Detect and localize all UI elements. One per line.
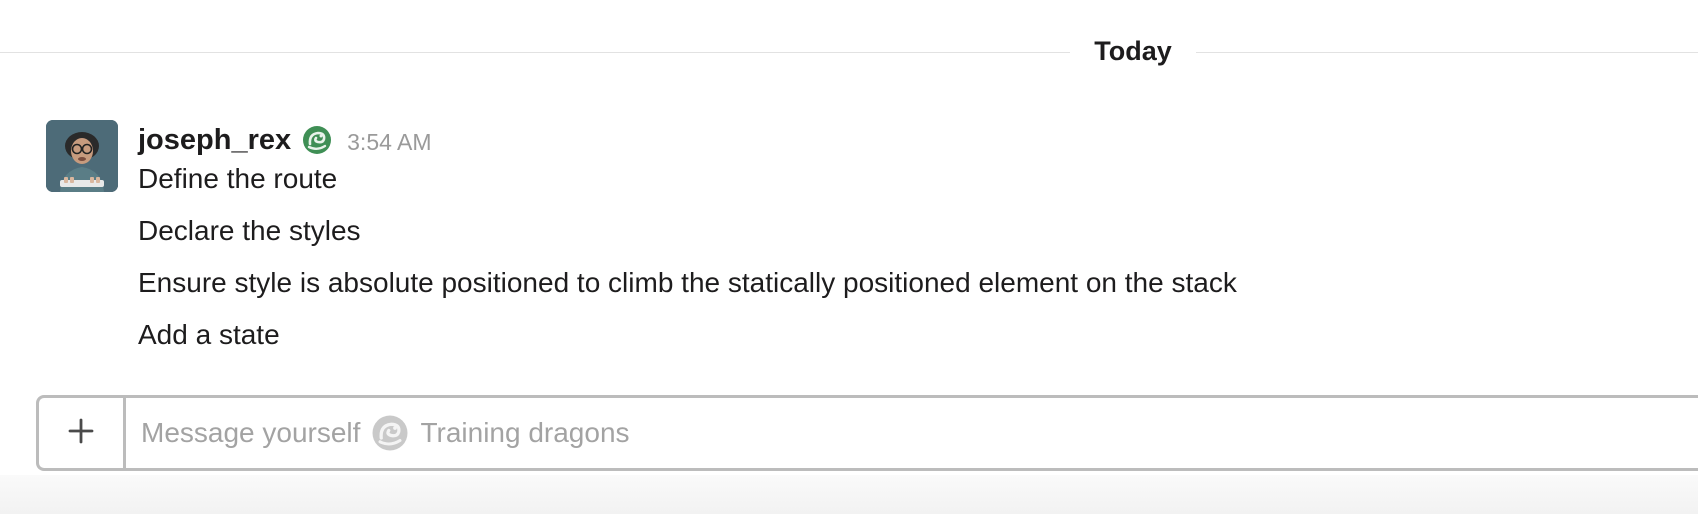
message-header: joseph_rex 3:54 AM bbox=[138, 122, 432, 158]
day-divider: Today bbox=[0, 28, 1698, 76]
divider-line-right bbox=[1196, 52, 1698, 53]
message-line: Define the route bbox=[138, 163, 338, 194]
dragon-icon[interactable] bbox=[301, 124, 333, 156]
plus-icon bbox=[67, 417, 95, 450]
message-body: Define the route Declare the styles Ensu… bbox=[138, 162, 1237, 370]
timestamp[interactable]: 3:54 AM bbox=[347, 129, 431, 156]
divider-line-left bbox=[0, 52, 1070, 53]
message-input[interactable]: Message yourself Training dragons bbox=[141, 398, 630, 468]
avatar[interactable] bbox=[46, 120, 118, 192]
username[interactable]: joseph_rex bbox=[138, 124, 291, 157]
message-line: Ensure style is absolute positioned to c… bbox=[138, 267, 1237, 298]
message-line: Declare the styles bbox=[138, 215, 361, 246]
attach-button[interactable] bbox=[39, 398, 126, 468]
message-line: Add a state bbox=[138, 319, 280, 350]
message-composer: Message yourself Training dragons bbox=[36, 395, 1698, 471]
placeholder-prefix: Message yourself bbox=[141, 417, 361, 448]
placeholder-suffix: Training dragons bbox=[420, 417, 630, 448]
day-divider-label[interactable]: Today bbox=[1070, 36, 1196, 67]
dragon-icon bbox=[370, 413, 410, 453]
footer-shade bbox=[0, 475, 1698, 514]
